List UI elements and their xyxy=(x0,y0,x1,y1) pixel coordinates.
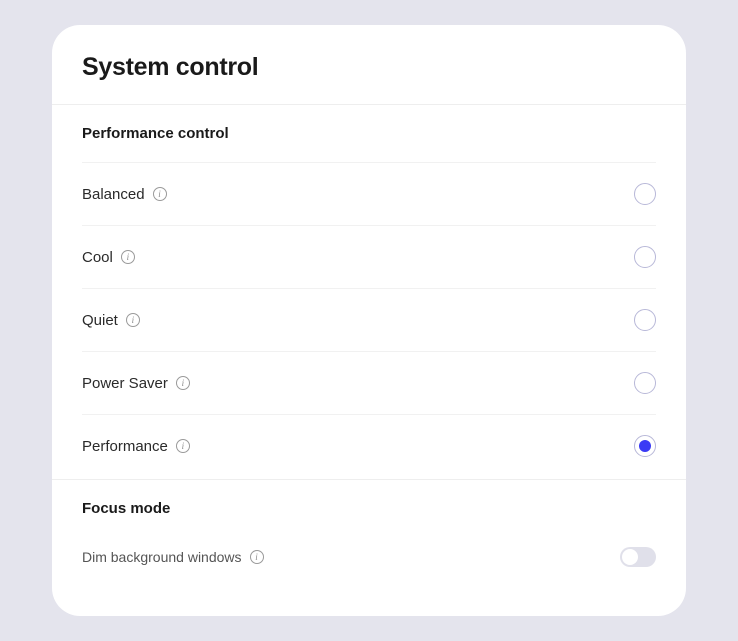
info-icon[interactable]: i xyxy=(250,550,264,564)
toggle-label-wrap: Dim background windows i xyxy=(82,549,264,565)
option-row-power-saver[interactable]: Power Saver i xyxy=(82,351,656,414)
performance-options-list: Balanced i Cool i Quiet i Power Saver i xyxy=(52,154,686,477)
info-icon[interactable]: i xyxy=(176,376,190,390)
radio-performance[interactable] xyxy=(634,435,656,457)
option-label: Quiet xyxy=(82,312,118,329)
card-header: System control xyxy=(52,25,686,105)
option-row-quiet[interactable]: Quiet i xyxy=(82,288,656,351)
info-icon[interactable]: i xyxy=(126,313,140,327)
option-label: Power Saver xyxy=(82,375,168,392)
dim-background-label: Dim background windows xyxy=(82,549,242,565)
focus-section-title: Focus mode xyxy=(82,500,656,517)
option-label-wrap: Power Saver i xyxy=(82,375,190,392)
dim-background-toggle[interactable] xyxy=(620,547,656,567)
dim-background-row: Dim background windows i xyxy=(52,529,686,587)
focus-section-header: Focus mode xyxy=(52,480,686,529)
option-row-performance[interactable]: Performance i xyxy=(82,414,656,477)
info-icon[interactable]: i xyxy=(176,439,190,453)
option-label: Cool xyxy=(82,249,113,266)
radio-balanced[interactable] xyxy=(634,183,656,205)
performance-section-title: Performance control xyxy=(82,125,656,142)
option-label: Balanced xyxy=(82,186,145,203)
option-label-wrap: Performance i xyxy=(82,438,190,455)
option-label-wrap: Cool i xyxy=(82,249,135,266)
radio-power-saver[interactable] xyxy=(634,372,656,394)
option-label-wrap: Balanced i xyxy=(82,186,167,203)
option-row-cool[interactable]: Cool i xyxy=(82,225,656,288)
option-label: Performance xyxy=(82,438,168,455)
info-icon[interactable]: i xyxy=(153,187,167,201)
toggle-knob xyxy=(622,549,638,565)
info-icon[interactable]: i xyxy=(121,250,135,264)
radio-quiet[interactable] xyxy=(634,309,656,331)
option-label-wrap: Quiet i xyxy=(82,312,140,329)
system-control-card: System control Performance control Balan… xyxy=(52,25,686,616)
performance-section-header: Performance control xyxy=(52,105,686,154)
option-row-balanced[interactable]: Balanced i xyxy=(82,162,656,225)
card-title: System control xyxy=(82,53,656,82)
radio-cool[interactable] xyxy=(634,246,656,268)
